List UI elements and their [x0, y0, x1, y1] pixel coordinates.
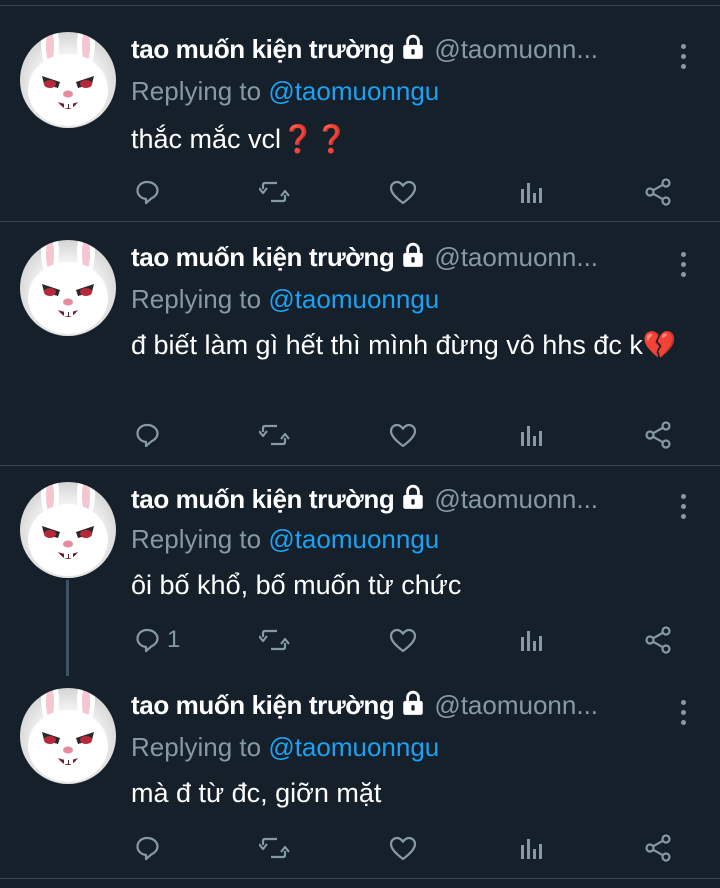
- heart-icon: [389, 628, 417, 653]
- more-vertical-icon[interactable]: [676, 252, 690, 282]
- avatar[interactable]: [20, 32, 116, 128]
- tweet-actions: [0, 415, 720, 455]
- mention-link[interactable]: @taomuonngu: [268, 732, 439, 762]
- mention-link[interactable]: @taomuonngu: [268, 76, 439, 106]
- retweet-button[interactable]: [259, 828, 291, 868]
- retweet-button[interactable]: [259, 620, 291, 660]
- tweet-actions: 1: [0, 620, 720, 660]
- replying-to-label: Replying to: [131, 524, 269, 554]
- replying-to: Replying to @taomuonngu: [131, 732, 439, 763]
- tweet-header: tao muốn kiện trường @taomuonn...: [131, 242, 650, 282]
- lock-icon: [400, 690, 426, 721]
- tweet-header: tao muốn kiện trường @taomuonn...: [131, 690, 650, 730]
- avatar[interactable]: [20, 688, 116, 784]
- retweet-icon: [259, 181, 291, 203]
- lock-icon: [400, 484, 426, 515]
- comment-icon: [136, 180, 159, 205]
- display-name[interactable]: tao muốn kiện trường: [131, 690, 395, 720]
- like-button[interactable]: [389, 172, 417, 212]
- avatar[interactable]: [20, 482, 116, 578]
- retweet-icon: [259, 837, 291, 859]
- reply-button[interactable]: [135, 172, 167, 212]
- tweet-text: ôi bố khổ, bố muốn từ chức: [131, 570, 462, 600]
- user-handle[interactable]: @taomuonn...: [434, 484, 598, 514]
- share-button[interactable]: [645, 172, 671, 212]
- share-icon: [645, 626, 671, 654]
- tweet-header: tao muốn kiện trường @taomuonn...: [131, 34, 650, 74]
- analytics-icon: [521, 631, 542, 651]
- heart-icon: [389, 423, 417, 448]
- tweet-actions: [0, 828, 720, 868]
- retweet-icon: [259, 629, 291, 651]
- share-icon: [645, 421, 671, 449]
- retweet-button[interactable]: [259, 415, 291, 455]
- user-handle[interactable]: @taomuonn...: [434, 690, 598, 720]
- replying-to: Replying to @taomuonngu: [131, 76, 439, 107]
- tweet-text: thắc mắc vcl❓❓: [131, 124, 349, 154]
- reply-button[interactable]: 1: [135, 620, 180, 660]
- tweet[interactable]: tao muốn kiện trường @taomuonn... Replyin…: [0, 676, 720, 879]
- tweet[interactable]: tao muốn kiện trường @taomuonn... Replyin…: [0, 466, 720, 676]
- share-icon: [645, 834, 671, 862]
- reply-button[interactable]: [135, 828, 167, 868]
- reply-count: 1: [167, 626, 181, 653]
- replying-to-label: Replying to: [131, 284, 269, 314]
- analytics-button[interactable]: [518, 620, 544, 660]
- heart-icon: [389, 836, 417, 861]
- share-icon: [645, 178, 671, 206]
- bunny-avatar-image: [28, 688, 108, 782]
- comment-icon: [136, 836, 159, 861]
- avatar[interactable]: [20, 240, 116, 336]
- replying-to-label: Replying to: [131, 76, 269, 106]
- lock-icon: [400, 242, 426, 273]
- replying-to: Replying to @taomuonngu: [131, 284, 439, 315]
- share-button[interactable]: [645, 828, 671, 868]
- share-button[interactable]: [645, 620, 671, 660]
- like-button[interactable]: [389, 415, 417, 455]
- analytics-icon: [521, 426, 542, 446]
- more-vertical-icon[interactable]: [676, 44, 690, 74]
- replying-to-label: Replying to: [131, 732, 269, 762]
- tweet-actions: [0, 172, 720, 212]
- display-name[interactable]: tao muốn kiện trường: [131, 34, 395, 64]
- bunny-avatar-image: [28, 240, 108, 334]
- bunny-avatar-image: [28, 482, 108, 576]
- tweet[interactable]: tao muốn kiện trường @taomuonn... Replyin…: [0, 6, 720, 222]
- lock-icon: [400, 34, 426, 65]
- analytics-icon: [521, 839, 542, 859]
- analytics-icon: [521, 183, 542, 203]
- replying-to: Replying to @taomuonngu: [131, 524, 439, 555]
- mention-link[interactable]: @taomuonngu: [268, 524, 439, 554]
- like-button[interactable]: [389, 620, 417, 660]
- bunny-avatar-image: [28, 32, 108, 126]
- tweet-text: mà đ từ đc, giỡn mặt: [131, 778, 382, 808]
- tweet[interactable]: tao muốn kiện trường @taomuonn... Replyin…: [0, 222, 720, 466]
- heart-icon: [389, 180, 417, 205]
- user-handle[interactable]: @taomuonn...: [434, 242, 598, 272]
- tweet-text: đ biết làm gì hết thì mình đừng vô hhs đ…: [131, 330, 677, 360]
- like-button[interactable]: [389, 828, 417, 868]
- analytics-button[interactable]: [518, 415, 544, 455]
- more-vertical-icon[interactable]: [676, 494, 690, 524]
- display-name[interactable]: tao muốn kiện trường: [131, 484, 395, 514]
- more-vertical-icon[interactable]: [676, 700, 690, 730]
- comment-icon: [136, 628, 159, 653]
- comment-icon: [136, 423, 159, 448]
- analytics-button[interactable]: [518, 828, 544, 868]
- user-handle[interactable]: @taomuonn...: [434, 34, 598, 64]
- reply-button[interactable]: [135, 415, 167, 455]
- share-button[interactable]: [645, 415, 671, 455]
- tweet-header: tao muốn kiện trường @taomuonn...: [131, 484, 650, 524]
- display-name[interactable]: tao muốn kiện trường: [131, 242, 395, 272]
- mention-link[interactable]: @taomuonngu: [268, 284, 439, 314]
- retweet-icon: [259, 424, 291, 446]
- analytics-button[interactable]: [518, 172, 544, 212]
- retweet-button[interactable]: [259, 172, 291, 212]
